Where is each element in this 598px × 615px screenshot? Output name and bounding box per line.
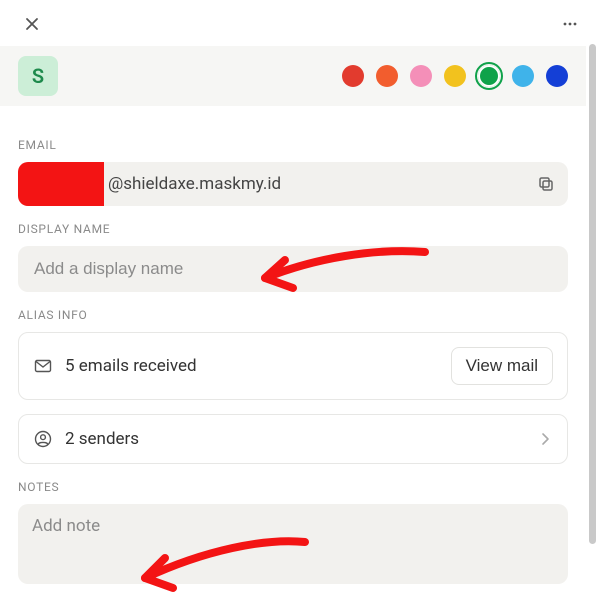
email-domain: @shieldaxe.maskmy.id bbox=[104, 162, 524, 206]
mail-icon bbox=[33, 356, 53, 376]
scrollbar[interactable] bbox=[589, 44, 596, 544]
more-menu-button[interactable] bbox=[556, 10, 584, 38]
display-name-input[interactable] bbox=[18, 246, 568, 292]
close-icon bbox=[24, 16, 40, 32]
more-horizontal-icon bbox=[561, 15, 579, 33]
senders-text: 2 senders bbox=[65, 429, 525, 449]
header-strip: S bbox=[0, 46, 586, 106]
alias-info-section-label: ALIAS INFO bbox=[18, 308, 568, 322]
display-name-section-label: DISPLAY NAME bbox=[18, 222, 568, 236]
chevron-right-icon bbox=[537, 431, 553, 447]
emails-received-text: 5 emails received bbox=[65, 356, 439, 376]
avatar: S bbox=[18, 56, 58, 96]
notes-textarea[interactable] bbox=[18, 504, 568, 584]
color-swatch-yellow[interactable] bbox=[444, 65, 466, 87]
close-button[interactable] bbox=[18, 10, 46, 38]
color-picker bbox=[342, 65, 568, 87]
color-swatch-pink[interactable] bbox=[410, 65, 432, 87]
senders-card[interactable]: 2 senders bbox=[18, 414, 568, 464]
color-swatch-skyblue[interactable] bbox=[512, 65, 534, 87]
color-swatch-blue[interactable] bbox=[546, 65, 568, 87]
emails-received-card: 5 emails received View mail bbox=[18, 332, 568, 400]
content: EMAIL @shieldaxe.maskmy.id DISPLAY NAME … bbox=[0, 106, 586, 588]
copy-email-button[interactable] bbox=[524, 162, 568, 206]
copy-icon bbox=[537, 175, 555, 193]
color-swatch-red[interactable] bbox=[342, 65, 364, 87]
avatar-initial: S bbox=[32, 64, 44, 88]
person-icon bbox=[33, 429, 53, 449]
color-swatch-green[interactable] bbox=[478, 65, 500, 87]
view-mail-button[interactable]: View mail bbox=[451, 347, 553, 385]
email-field[interactable]: @shieldaxe.maskmy.id bbox=[18, 162, 568, 206]
email-local-redacted bbox=[18, 162, 104, 206]
notes-section-label: NOTES bbox=[18, 480, 568, 494]
color-swatch-orange[interactable] bbox=[376, 65, 398, 87]
email-section-label: EMAIL bbox=[18, 138, 568, 152]
